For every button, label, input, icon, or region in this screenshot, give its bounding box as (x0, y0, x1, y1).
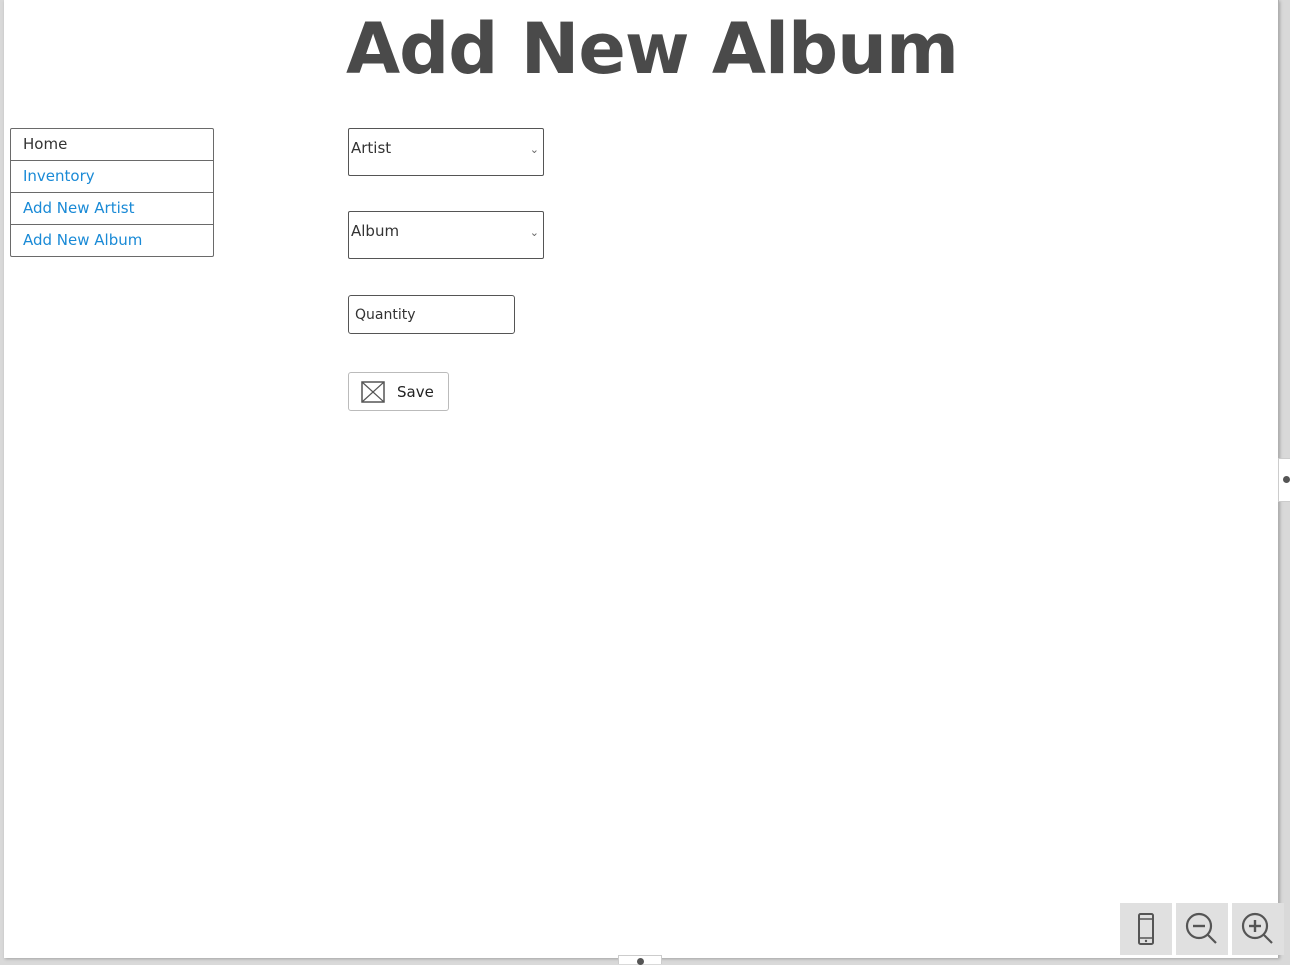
nav-menu: Home Inventory Add New Artist Add New Al… (10, 128, 214, 257)
save-button[interactable]: Save (348, 372, 449, 411)
zoom-in-button[interactable] (1232, 903, 1284, 955)
zoom-out-button[interactable] (1176, 903, 1228, 955)
page-title: Add New Album (346, 8, 959, 90)
album-select[interactable]: Album ⌄ (348, 211, 544, 259)
album-select-value: Album (351, 222, 400, 240)
viewer-toolbar (1120, 903, 1284, 955)
bottom-resize-handle[interactable] (618, 955, 662, 965)
nav-item-home[interactable]: Home (11, 129, 213, 160)
chevron-down-icon: ⌄ (529, 226, 539, 239)
right-resize-handle[interactable] (1278, 458, 1290, 502)
device-view-button[interactable] (1120, 903, 1172, 955)
zoom-out-icon (1185, 912, 1217, 944)
mockup-canvas: Add New Album Home Inventory Add New Art… (4, 0, 1279, 958)
nav-item-add-new-artist[interactable]: Add New Artist (11, 192, 213, 224)
nav-item-inventory[interactable]: Inventory (11, 160, 213, 192)
device-icon (1138, 913, 1154, 945)
handle-dot (1283, 476, 1290, 483)
chevron-down-icon: ⌄ (529, 143, 539, 156)
save-button-label: Save (397, 382, 434, 401)
image-placeholder-icon (361, 380, 385, 403)
quantity-field[interactable] (348, 295, 515, 334)
artist-select[interactable]: Artist ⌄ (348, 128, 544, 176)
artist-select-value: Artist (351, 139, 392, 157)
zoom-in-icon (1241, 912, 1273, 944)
nav-item-add-new-album[interactable]: Add New Album (11, 224, 213, 256)
